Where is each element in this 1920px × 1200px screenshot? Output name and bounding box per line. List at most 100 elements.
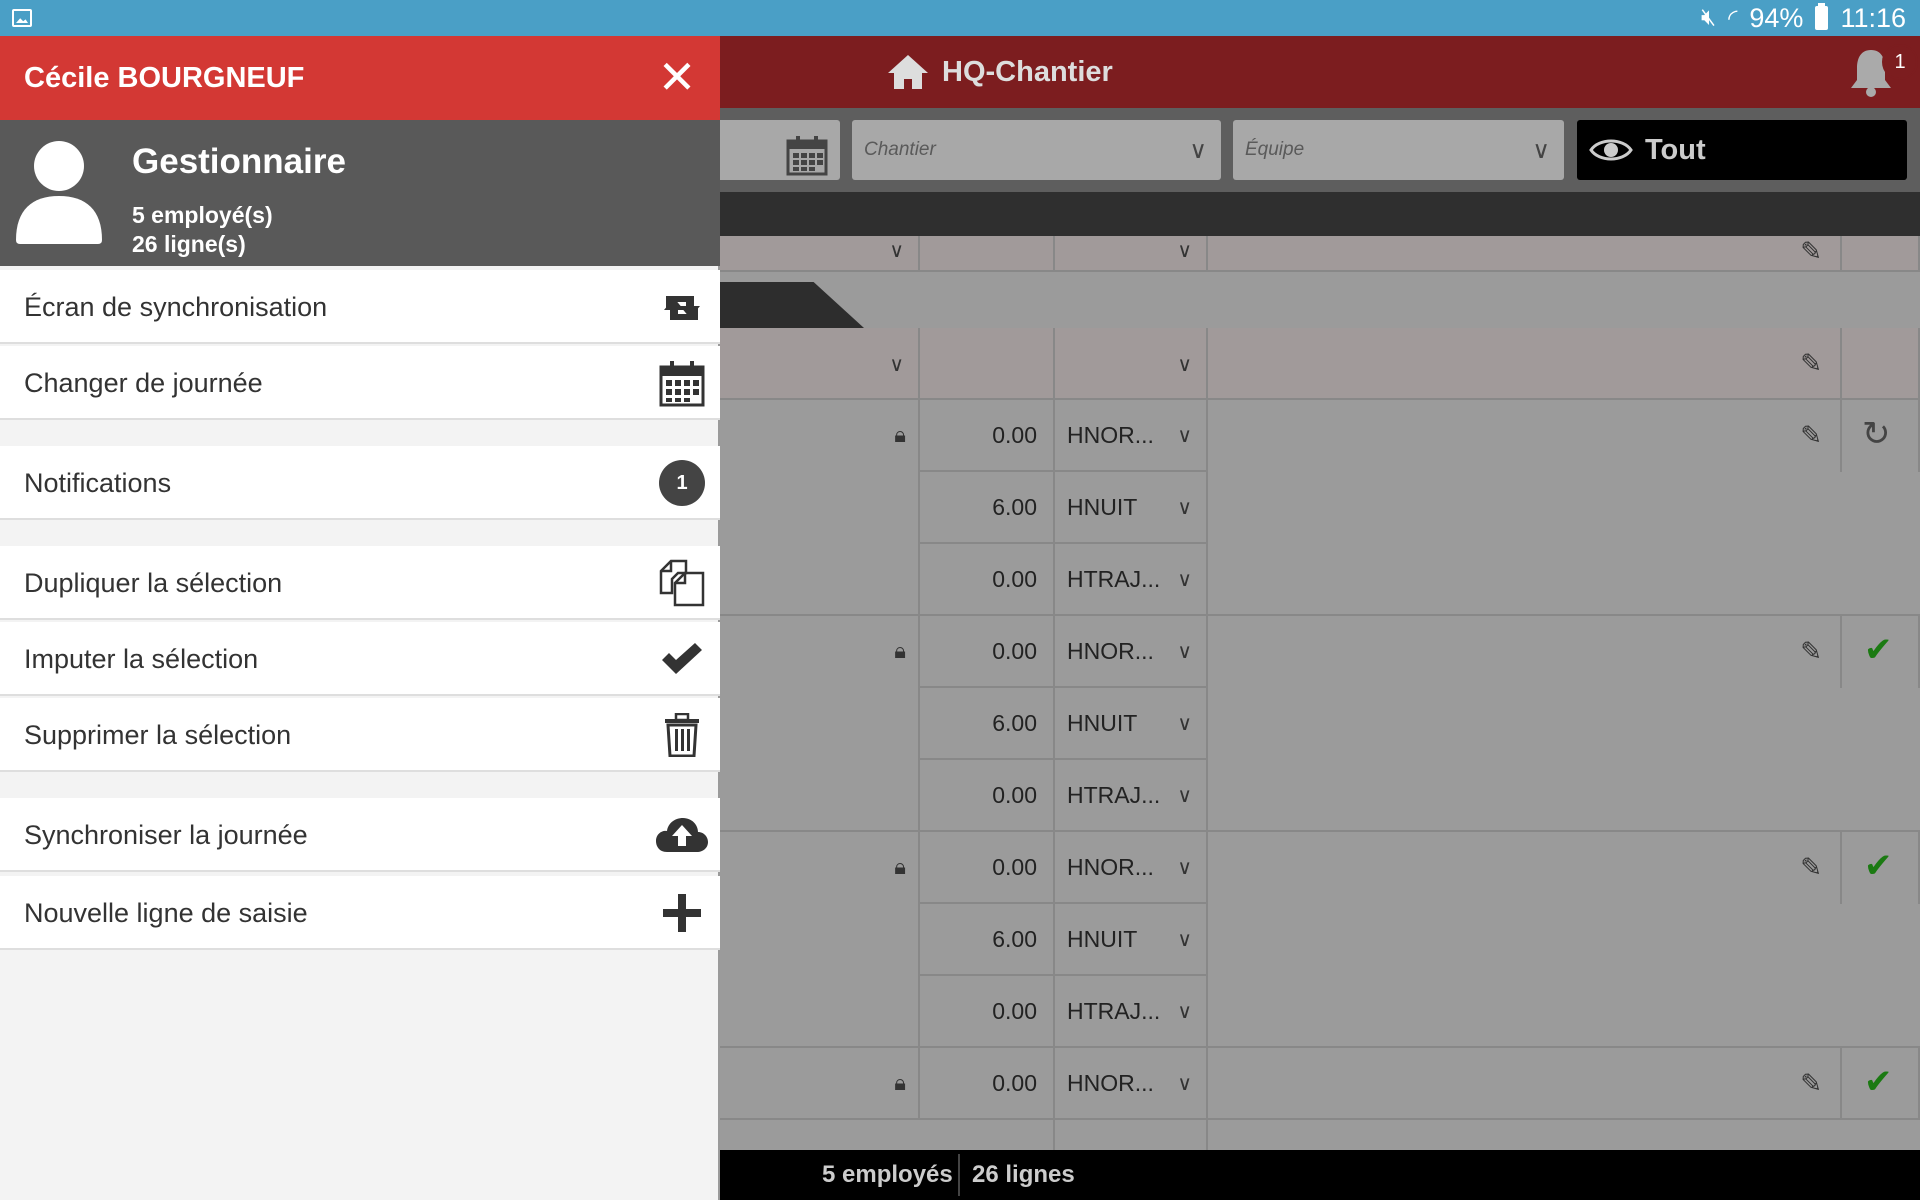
pencil-icon[interactable]: ✎ — [1800, 1068, 1822, 1099]
menu-item-delete[interactable]: Supprimer la sélection — [0, 698, 720, 772]
pencil-icon[interactable]: ✎ — [1800, 420, 1822, 451]
trash-icon — [654, 698, 710, 772]
chevron-down-icon: ∨ — [889, 240, 904, 262]
check-icon: ✔ — [1864, 631, 1893, 669]
plus-icon — [654, 876, 710, 950]
chevron-down-icon: ∨ — [1177, 1000, 1192, 1023]
user-profile: Gestionnaire 5 employé(s) 26 ligne(s) — [0, 120, 720, 266]
menu-item-change-day[interactable]: Changer de journée — [0, 346, 720, 420]
calendar-icon — [654, 346, 710, 420]
chantier-select[interactable]: Chantier ∨ — [852, 120, 1221, 180]
hours-cell[interactable]: 0.00 — [920, 1048, 1055, 1120]
avatar — [16, 141, 102, 244]
grid-cell: ✎ — [1208, 236, 1842, 272]
grid-cell — [920, 328, 1055, 400]
grid-cell — [1842, 236, 1920, 272]
view-all-toggle[interactable]: Tout — [1577, 120, 1907, 180]
menu-item-sync-screen[interactable]: Écran de synchronisation — [0, 270, 720, 344]
code-cell[interactable]: HNOR... ∨ — [1055, 616, 1208, 688]
menu-item-label: Imputer la sélection — [24, 643, 259, 674]
code-text: HNOR... — [1067, 421, 1154, 448]
chevron-down-icon: ∨ — [1177, 424, 1192, 447]
lock-icon: 🔒︎ — [894, 854, 906, 879]
check-icon — [654, 622, 710, 696]
status-icons: 🔇︎ ◜ 94% 11:16 — [1701, 0, 1906, 36]
status-cell: ✔ — [1842, 832, 1920, 904]
code-cell[interactable]: HNOR... ∨ — [1055, 400, 1208, 472]
chevron-down-icon: ∨ — [1177, 928, 1192, 951]
chevron-down-icon: ∨ — [1177, 784, 1192, 807]
chevron-down-icon: ∨ — [1177, 568, 1192, 591]
hours-cell[interactable]: 6.00 — [920, 472, 1055, 544]
chevron-down-icon: ∨ — [1177, 354, 1192, 376]
pencil-icon[interactable]: ✎ — [1800, 348, 1822, 379]
battery-percent: 94% — [1749, 2, 1804, 33]
app-title-text: HQ-Chantier — [942, 55, 1113, 88]
code-text: HNUIT — [1067, 925, 1138, 952]
comment-cell: ✎ — [1208, 400, 1842, 472]
check-icon: ✔ — [1864, 847, 1893, 885]
hours-cell[interactable]: 0.00 — [920, 760, 1055, 832]
drawer-header: Cécile BOURGNEUF ✕ — [0, 36, 720, 120]
hours-cell[interactable]: 6.00 — [920, 904, 1055, 976]
view-all-label: Tout — [1645, 133, 1706, 166]
grid-cell — [920, 236, 1055, 272]
menu-item-new-line[interactable]: Nouvelle ligne de saisie — [0, 876, 720, 950]
menu-item-notifications[interactable]: Notifications 1 — [0, 446, 720, 520]
code-cell[interactable]: HTRAJ... ∨ — [1055, 544, 1208, 616]
grid-cell — [1208, 904, 1920, 1048]
code-cell[interactable]: HNUIT ∨ — [1055, 472, 1208, 544]
grid-cell: ✎ — [1208, 328, 1842, 400]
chevron-down-icon: ∨ — [1189, 137, 1207, 164]
grid-cell: ∨ — [1055, 328, 1208, 400]
code-text: HTRAJ... — [1067, 997, 1161, 1024]
code-cell[interactable]: HTRAJ... ∨ — [1055, 760, 1208, 832]
grid-cell: ∨ — [1055, 236, 1208, 272]
close-drawer-button[interactable]: ✕ — [650, 50, 704, 104]
hours-cell[interactable]: 0.00 — [920, 616, 1055, 688]
copy-icon — [654, 546, 710, 620]
equipe-placeholder: Équipe — [1245, 139, 1305, 160]
hours-cell[interactable]: 6.00 — [920, 688, 1055, 760]
grid-cell — [1208, 688, 1920, 832]
lock-icon: 🔒︎ — [894, 422, 906, 447]
app-title[interactable]: HQ-Chantier — [886, 36, 1113, 108]
menu-item-label: Nouvelle ligne de saisie — [24, 897, 308, 928]
pencil-icon[interactable]: ✎ — [1800, 852, 1822, 883]
code-text: HNOR... — [1067, 853, 1154, 880]
line-count: 26 ligne(s) — [132, 231, 246, 257]
menu-item-label: Supprimer la sélection — [24, 719, 292, 750]
pencil-icon[interactable]: ✎ — [1800, 636, 1822, 667]
sync-pending-icon[interactable]: ↻ — [1862, 414, 1891, 454]
notifications-count: 1 — [654, 446, 710, 520]
menu-item-duplicate[interactable]: Dupliquer la sélection — [0, 546, 720, 620]
menu-item-sync-day[interactable]: Synchroniser la journée — [0, 798, 720, 872]
code-cell[interactable]: HNUIT ∨ — [1055, 904, 1208, 976]
hours-cell[interactable]: 0.00 — [920, 400, 1055, 472]
code-text: HTRAJ... — [1067, 565, 1161, 592]
footer-divider — [958, 1154, 960, 1196]
wifi-icon: ◜ — [1728, 4, 1738, 32]
grid-cell — [920, 1120, 1055, 1150]
chevron-down-icon: ∨ — [1177, 856, 1192, 879]
code-cell[interactable]: HNUIT ∨ — [1055, 688, 1208, 760]
code-cell[interactable]: HNOR... ∨ — [1055, 1048, 1208, 1120]
navigation-drawer: Cécile BOURGNEUF ✕ Gestionnaire 5 employ… — [0, 36, 720, 1200]
hours-cell[interactable]: 0.00 — [920, 832, 1055, 904]
menu-item-label: Écran de synchronisation — [24, 291, 328, 322]
grid-cell — [1842, 328, 1920, 400]
retweet-icon — [654, 270, 710, 344]
hours-cell[interactable]: 0.00 — [920, 976, 1055, 1048]
clock: 11:16 — [1840, 2, 1906, 33]
comment-cell: ✎ — [1208, 832, 1842, 904]
code-cell[interactable]: HTRAJ... ∨ — [1055, 976, 1208, 1048]
code-text: HNOR... — [1067, 637, 1154, 664]
code-text: HNUIT — [1067, 493, 1138, 520]
status-cell: ✔ — [1842, 1048, 1920, 1120]
equipe-select[interactable]: Équipe ∨ — [1233, 120, 1564, 180]
code-cell[interactable]: HNOR... ∨ — [1055, 832, 1208, 904]
menu-item-label: Synchroniser la journée — [24, 819, 308, 850]
hours-cell[interactable]: 0.00 — [920, 544, 1055, 616]
menu-item-impute[interactable]: Imputer la sélection — [0, 622, 720, 696]
notifications-bell[interactable]: 1 — [1848, 44, 1918, 98]
